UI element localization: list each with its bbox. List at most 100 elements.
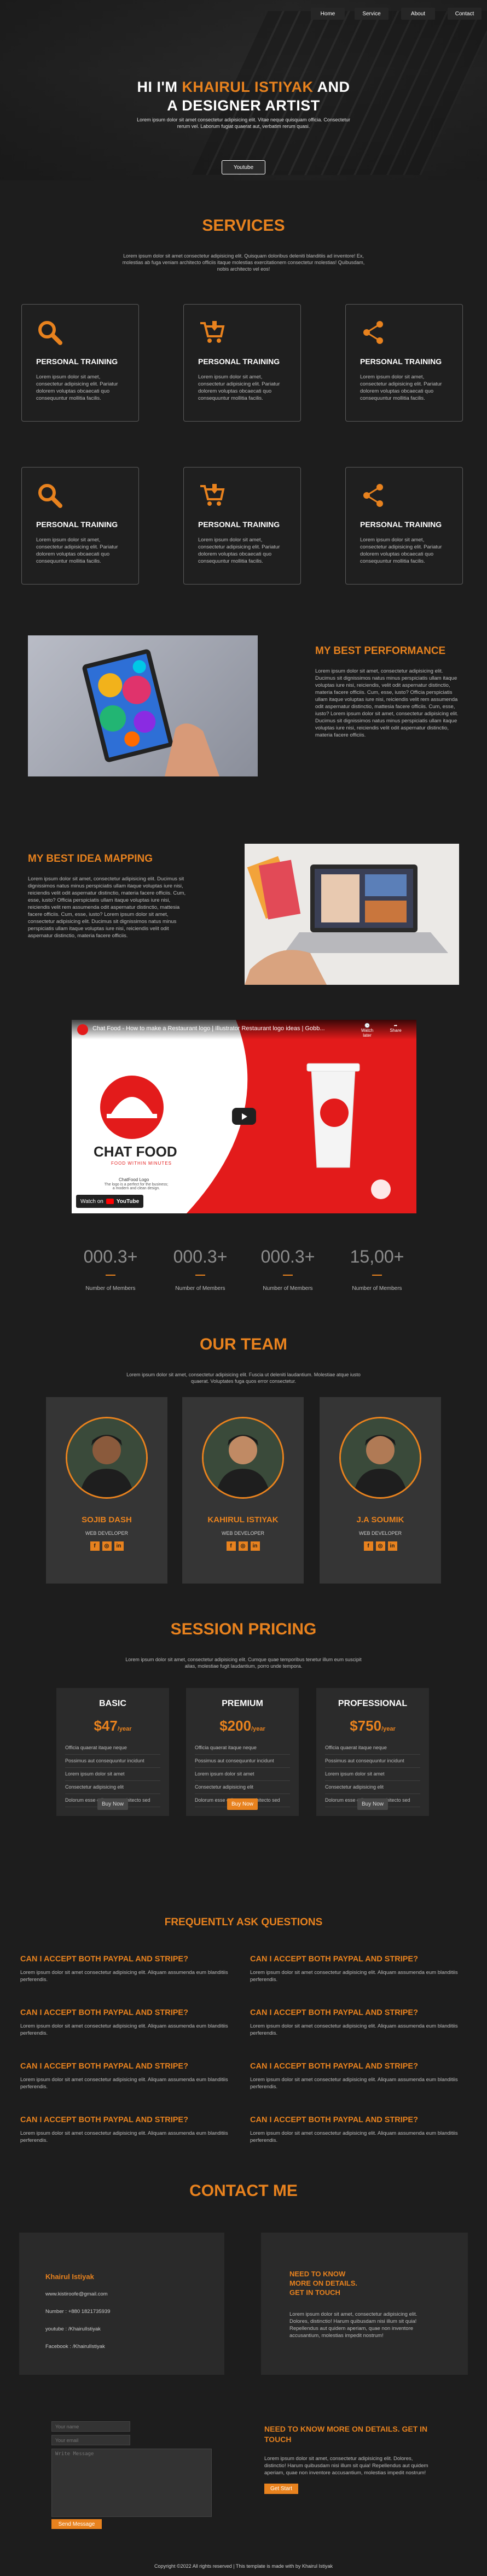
video-title[interactable]: Chat Food - How to make a Restaurant log… — [92, 1025, 350, 1032]
facebook-icon[interactable]: f — [226, 1541, 236, 1551]
contact-side-title: NEED TO KNOW MORE ON DETAILS. GET IN TOU… — [264, 2425, 428, 2444]
performance-image — [28, 635, 258, 776]
faq-answer: Lorem ipsum dolor sit amet consectetur a… — [20, 2130, 228, 2143]
linkedin-icon[interactable]: in — [250, 1541, 260, 1551]
stat-label: Number of Members — [85, 1286, 136, 1292]
youtube-video-embed[interactable]: Chat Food - How to make a Restaurant log… — [72, 1020, 416, 1213]
pricing-text: Lorem ipsum dolor sit amet, consectetur … — [125, 1657, 362, 1669]
faq-item[interactable]: CAN I ACCEPT BOTH PAYPAL AND STRIPE? Lor… — [250, 2008, 458, 2037]
contact-facebook[interactable]: Facebook : /KhairulIstiyak — [45, 2344, 210, 2350]
cart-icon — [198, 319, 225, 346]
play-button[interactable] — [232, 1108, 256, 1125]
faq-question[interactable]: CAN I ACCEPT BOTH PAYPAL AND STRIPE? — [250, 2062, 458, 2071]
social-links: f ◎ in — [320, 1541, 441, 1551]
service-card[interactable]: PERSONAL TRAINING Lorem ipsum dolor sit … — [183, 467, 301, 585]
pricing-feature: Possimus aut consequuntur incidunt — [195, 1755, 290, 1768]
faq-answer: Lorem ipsum dolor sit amet consectetur a… — [20, 1970, 228, 1983]
plan-name: PREMIUM — [222, 1699, 263, 1708]
team-card: SOJIB DASH WEB DEVELOPER f ◎ in — [46, 1397, 167, 1584]
stat-item: 000.3+ Number of Members — [69, 1247, 152, 1292]
faq-question[interactable]: CAN I ACCEPT BOTH PAYPAL AND STRIPE? — [20, 2116, 228, 2124]
facebook-icon[interactable]: f — [363, 1541, 373, 1551]
stat-item: 15,00+ Number of Members — [336, 1247, 418, 1292]
send-message-button[interactable]: Send Message — [51, 2519, 102, 2529]
buy-now-button[interactable]: Buy Now — [227, 1798, 258, 1810]
buy-now-button[interactable]: Buy Now — [357, 1798, 388, 1810]
facebook-icon[interactable]: f — [90, 1541, 100, 1551]
plan-features: Officia quaerat itaque neque Possimus aut… — [65, 1742, 160, 1807]
pricing-feature: Lorem ipsum dolor sit amet — [195, 1768, 290, 1781]
service-card[interactable]: PERSONAL TRAINING Lorem ipsum dolor sit … — [183, 304, 301, 422]
service-card-text: Lorem ipsum dolor sit amet, consectetur … — [36, 374, 118, 401]
faq-question[interactable]: CAN I ACCEPT BOTH PAYPAL AND STRIPE? — [250, 2116, 458, 2124]
video-caption-small: The logo is a perfect for the business; … — [104, 1183, 169, 1190]
buy-now-button[interactable]: Buy Now — [97, 1798, 128, 1810]
service-card[interactable]: PERSONAL TRAINING Lorem ipsum dolor sit … — [345, 304, 463, 422]
nav-about[interactable]: About — [401, 8, 435, 20]
share-arrow-icon: ➦ — [393, 1023, 398, 1028]
faq-item[interactable]: CAN I ACCEPT BOTH PAYPAL AND STRIPE? Lor… — [250, 2116, 458, 2144]
contact-number: Number : +880 1821735939 — [45, 2309, 111, 2315]
stat-label: Number of Members — [352, 1286, 402, 1292]
faq-item[interactable]: CAN I ACCEPT BOTH PAYPAL AND STRIPE? Lor… — [250, 2062, 458, 2090]
nav-home[interactable]: Home — [311, 8, 345, 20]
service-card[interactable]: PERSONAL TRAINING Lorem ipsum dolor sit … — [345, 467, 463, 585]
service-card-text: Lorem ipsum dolor sit amet, consectetur … — [360, 374, 442, 401]
contact-email[interactable]: www.kistiroofe@gmail.com — [45, 2291, 210, 2297]
youtube-button[interactable]: Youtube — [222, 160, 265, 174]
contact-youtube[interactable]: youtube : /KhairulIstiyak — [45, 2326, 210, 2332]
service-card-title: PERSONAL TRAINING — [198, 357, 280, 366]
plan-features: Officia quaerat itaque neque Possimus aut… — [325, 1742, 420, 1807]
play-icon — [242, 1113, 247, 1120]
faq-answer: Lorem ipsum dolor sit amet consectetur a… — [250, 2130, 458, 2143]
linkedin-icon[interactable]: in — [387, 1541, 397, 1551]
nav-service[interactable]: Service — [355, 8, 389, 20]
stat-item: 000.3+ Number of Members — [247, 1247, 329, 1292]
share-icon — [360, 482, 387, 509]
contact-cta-text: Lorem ipsum dolor sit amet, consectetur … — [289, 2311, 418, 2339]
name-input[interactable] — [51, 2421, 130, 2432]
service-card-title: PERSONAL TRAINING — [360, 357, 442, 366]
faq-item[interactable]: CAN I ACCEPT BOTH PAYPAL AND STRIPE? Lor… — [20, 1955, 228, 1983]
watch-later-button[interactable]: 🕒 Watch later — [356, 1023, 378, 1038]
pricing-feature: Possimus aut consequuntur incidunt — [325, 1755, 420, 1768]
service-card[interactable]: PERSONAL TRAINING Lorem ipsum dolor sit … — [21, 304, 139, 422]
contact-cta-card: NEED TO KNOW MORE ON DETAILS. GET IN TOU… — [261, 2233, 468, 2375]
faq-item[interactable]: CAN I ACCEPT BOTH PAYPAL AND STRIPE? Lor… — [20, 2062, 228, 2090]
linkedin-icon[interactable]: in — [114, 1541, 124, 1551]
about-text-1: Lorem ipsum dolor sit amet, consectetur … — [315, 668, 459, 738]
stat-value: 15,00+ — [350, 1247, 404, 1266]
team-member-name: SOJIB DASH — [82, 1515, 132, 1524]
faq-item[interactable]: CAN I ACCEPT BOTH PAYPAL AND STRIPE? Lor… — [20, 2008, 228, 2037]
team-card: KAHIRUL ISTIYAK WEB DEVELOPER f ◎ in — [182, 1397, 304, 1584]
faq-question[interactable]: CAN I ACCEPT BOTH PAYPAL AND STRIPE? — [250, 1955, 458, 1964]
team-member-name: J.A SOUMIK — [356, 1515, 404, 1524]
service-card-title: PERSONAL TRAINING — [36, 520, 118, 529]
watch-on-youtube-button[interactable]: Watch on YouTube — [76, 1195, 144, 1208]
get-start-button[interactable]: Get Start — [264, 2484, 298, 2494]
pricing-feature: Consectetur adipisicing elit — [65, 1781, 160, 1794]
faq-answer: Lorem ipsum dolor sit amet consectetur a… — [20, 2023, 228, 2036]
video-caption: ChatFood Logo — [119, 1177, 149, 1182]
stat-value: 000.3+ — [173, 1247, 228, 1266]
service-card[interactable]: PERSONAL TRAINING Lorem ipsum dolor sit … — [21, 467, 139, 585]
instagram-icon[interactable]: ◎ — [375, 1541, 385, 1551]
nav-contact[interactable]: Contact — [448, 8, 482, 20]
hero-title: HI I'M KHAIRUL ISTIYAK AND A DESIGNER AR… — [137, 79, 350, 114]
plan-price: $47/year — [94, 1718, 132, 1734]
faq-question[interactable]: CAN I ACCEPT BOTH PAYPAL AND STRIPE? — [20, 2008, 228, 2017]
faq-heading: FREQUENTLY ASK QUESTIONS — [164, 1917, 323, 1928]
message-textarea[interactable] — [51, 2449, 212, 2517]
idea-mapping-image — [245, 844, 459, 985]
share-button[interactable]: ➦ Share — [385, 1023, 407, 1033]
instagram-icon[interactable]: ◎ — [102, 1541, 112, 1551]
faq-question[interactable]: CAN I ACCEPT BOTH PAYPAL AND STRIPE? — [250, 2008, 458, 2017]
pricing-feature: Lorem ipsum dolor sit amet — [65, 1768, 160, 1781]
faq-question[interactable]: CAN I ACCEPT BOTH PAYPAL AND STRIPE? — [20, 1955, 228, 1964]
instagram-icon[interactable]: ◎ — [238, 1541, 248, 1551]
faq-item[interactable]: CAN I ACCEPT BOTH PAYPAL AND STRIPE? Lor… — [20, 2116, 228, 2144]
faq-item[interactable]: CAN I ACCEPT BOTH PAYPAL AND STRIPE? Lor… — [250, 1955, 458, 1983]
faq-question[interactable]: CAN I ACCEPT BOTH PAYPAL AND STRIPE? — [20, 2062, 228, 2071]
channel-avatar[interactable] — [77, 1024, 88, 1035]
email-input[interactable] — [51, 2435, 130, 2445]
